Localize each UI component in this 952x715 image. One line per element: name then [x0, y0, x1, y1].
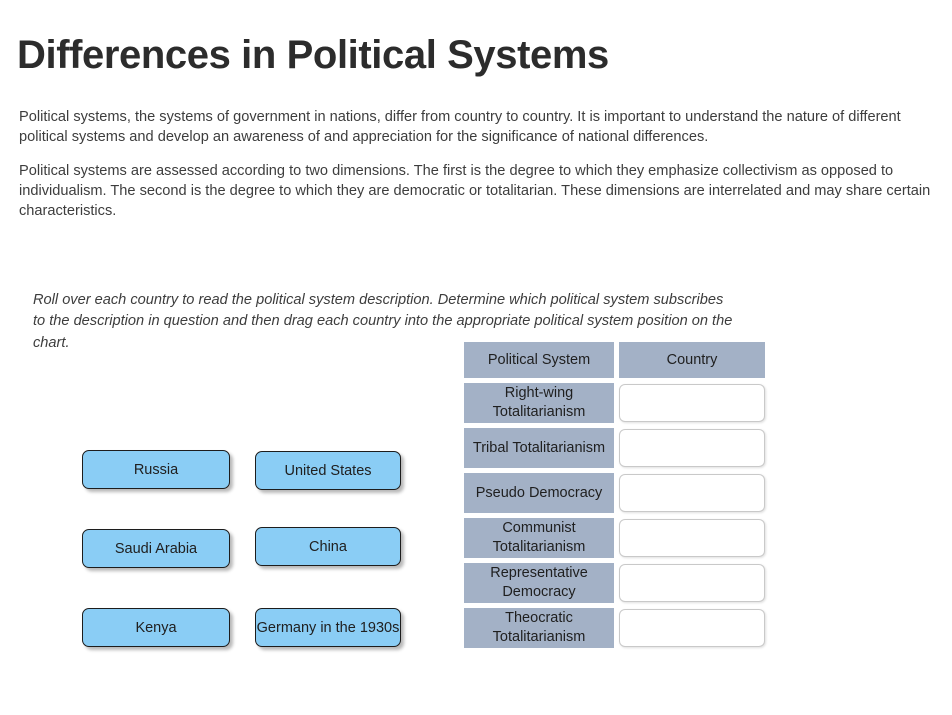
political-system-matching-table: Political System Country Right-wing Tota… [464, 342, 766, 653]
intro-paragraph-2: Political systems are assessed according… [19, 162, 931, 219]
country-tile-label: Saudi Arabia [114, 540, 198, 557]
political-system-label-right-wing-totalitarianism: Right-wing Totalitarianism [464, 383, 614, 423]
country-tile-saudi-arabia[interactable]: Saudi Arabia [82, 529, 230, 568]
country-tile-russia[interactable]: Russia [82, 450, 230, 489]
political-system-label-pseudo-democracy: Pseudo Democracy [464, 473, 614, 513]
column-header-country: Country [619, 342, 765, 378]
country-tile-label: Russia [133, 461, 179, 478]
country-tile-united-states[interactable]: United States [255, 451, 401, 490]
country-tile-label: Kenya [135, 619, 177, 636]
table-row: Theocratic Totalitarianism [464, 608, 766, 648]
country-tile-label: United States [284, 462, 372, 479]
political-system-label-tribal-totalitarianism: Tribal Totalitarianism [464, 428, 614, 468]
intro-paragraph-1: Political systems, the systems of govern… [19, 108, 901, 145]
dropzone-tribal-totalitarianism[interactable] [619, 429, 765, 467]
dropzone-representative-democracy[interactable] [619, 564, 765, 602]
table-row: Tribal Totalitarianism [464, 428, 766, 468]
country-tile-label: Germany in the 1930s [256, 619, 400, 636]
country-tile-china[interactable]: China [255, 527, 401, 566]
column-header-political-system: Political System [464, 342, 614, 378]
page-title: Differences in Political Systems [17, 32, 609, 77]
dropzone-communist-totalitarianism[interactable] [619, 519, 765, 557]
table-header-row: Political System Country [464, 342, 766, 378]
dropzone-pseudo-democracy[interactable] [619, 474, 765, 512]
political-system-label-theocratic-totalitarianism: Theocratic Totalitarianism [464, 608, 614, 648]
table-row: Communist Totalitarianism [464, 518, 766, 558]
country-tile-label: China [309, 538, 347, 555]
political-system-label-communist-totalitarianism: Communist Totalitarianism [464, 518, 614, 558]
political-system-label-representative-democracy: Representative Democracy [464, 563, 614, 603]
country-tile-germany-in-the-1930s[interactable]: Germany in the 1930s [255, 608, 401, 647]
dropzone-right-wing-totalitarianism[interactable] [619, 384, 765, 422]
table-row: Right-wing Totalitarianism [464, 383, 766, 423]
dropzone-theocratic-totalitarianism[interactable] [619, 609, 765, 647]
country-tile-kenya[interactable]: Kenya [82, 608, 230, 647]
table-row: Pseudo Democracy [464, 473, 766, 513]
table-row: Representative Democracy [464, 563, 766, 603]
